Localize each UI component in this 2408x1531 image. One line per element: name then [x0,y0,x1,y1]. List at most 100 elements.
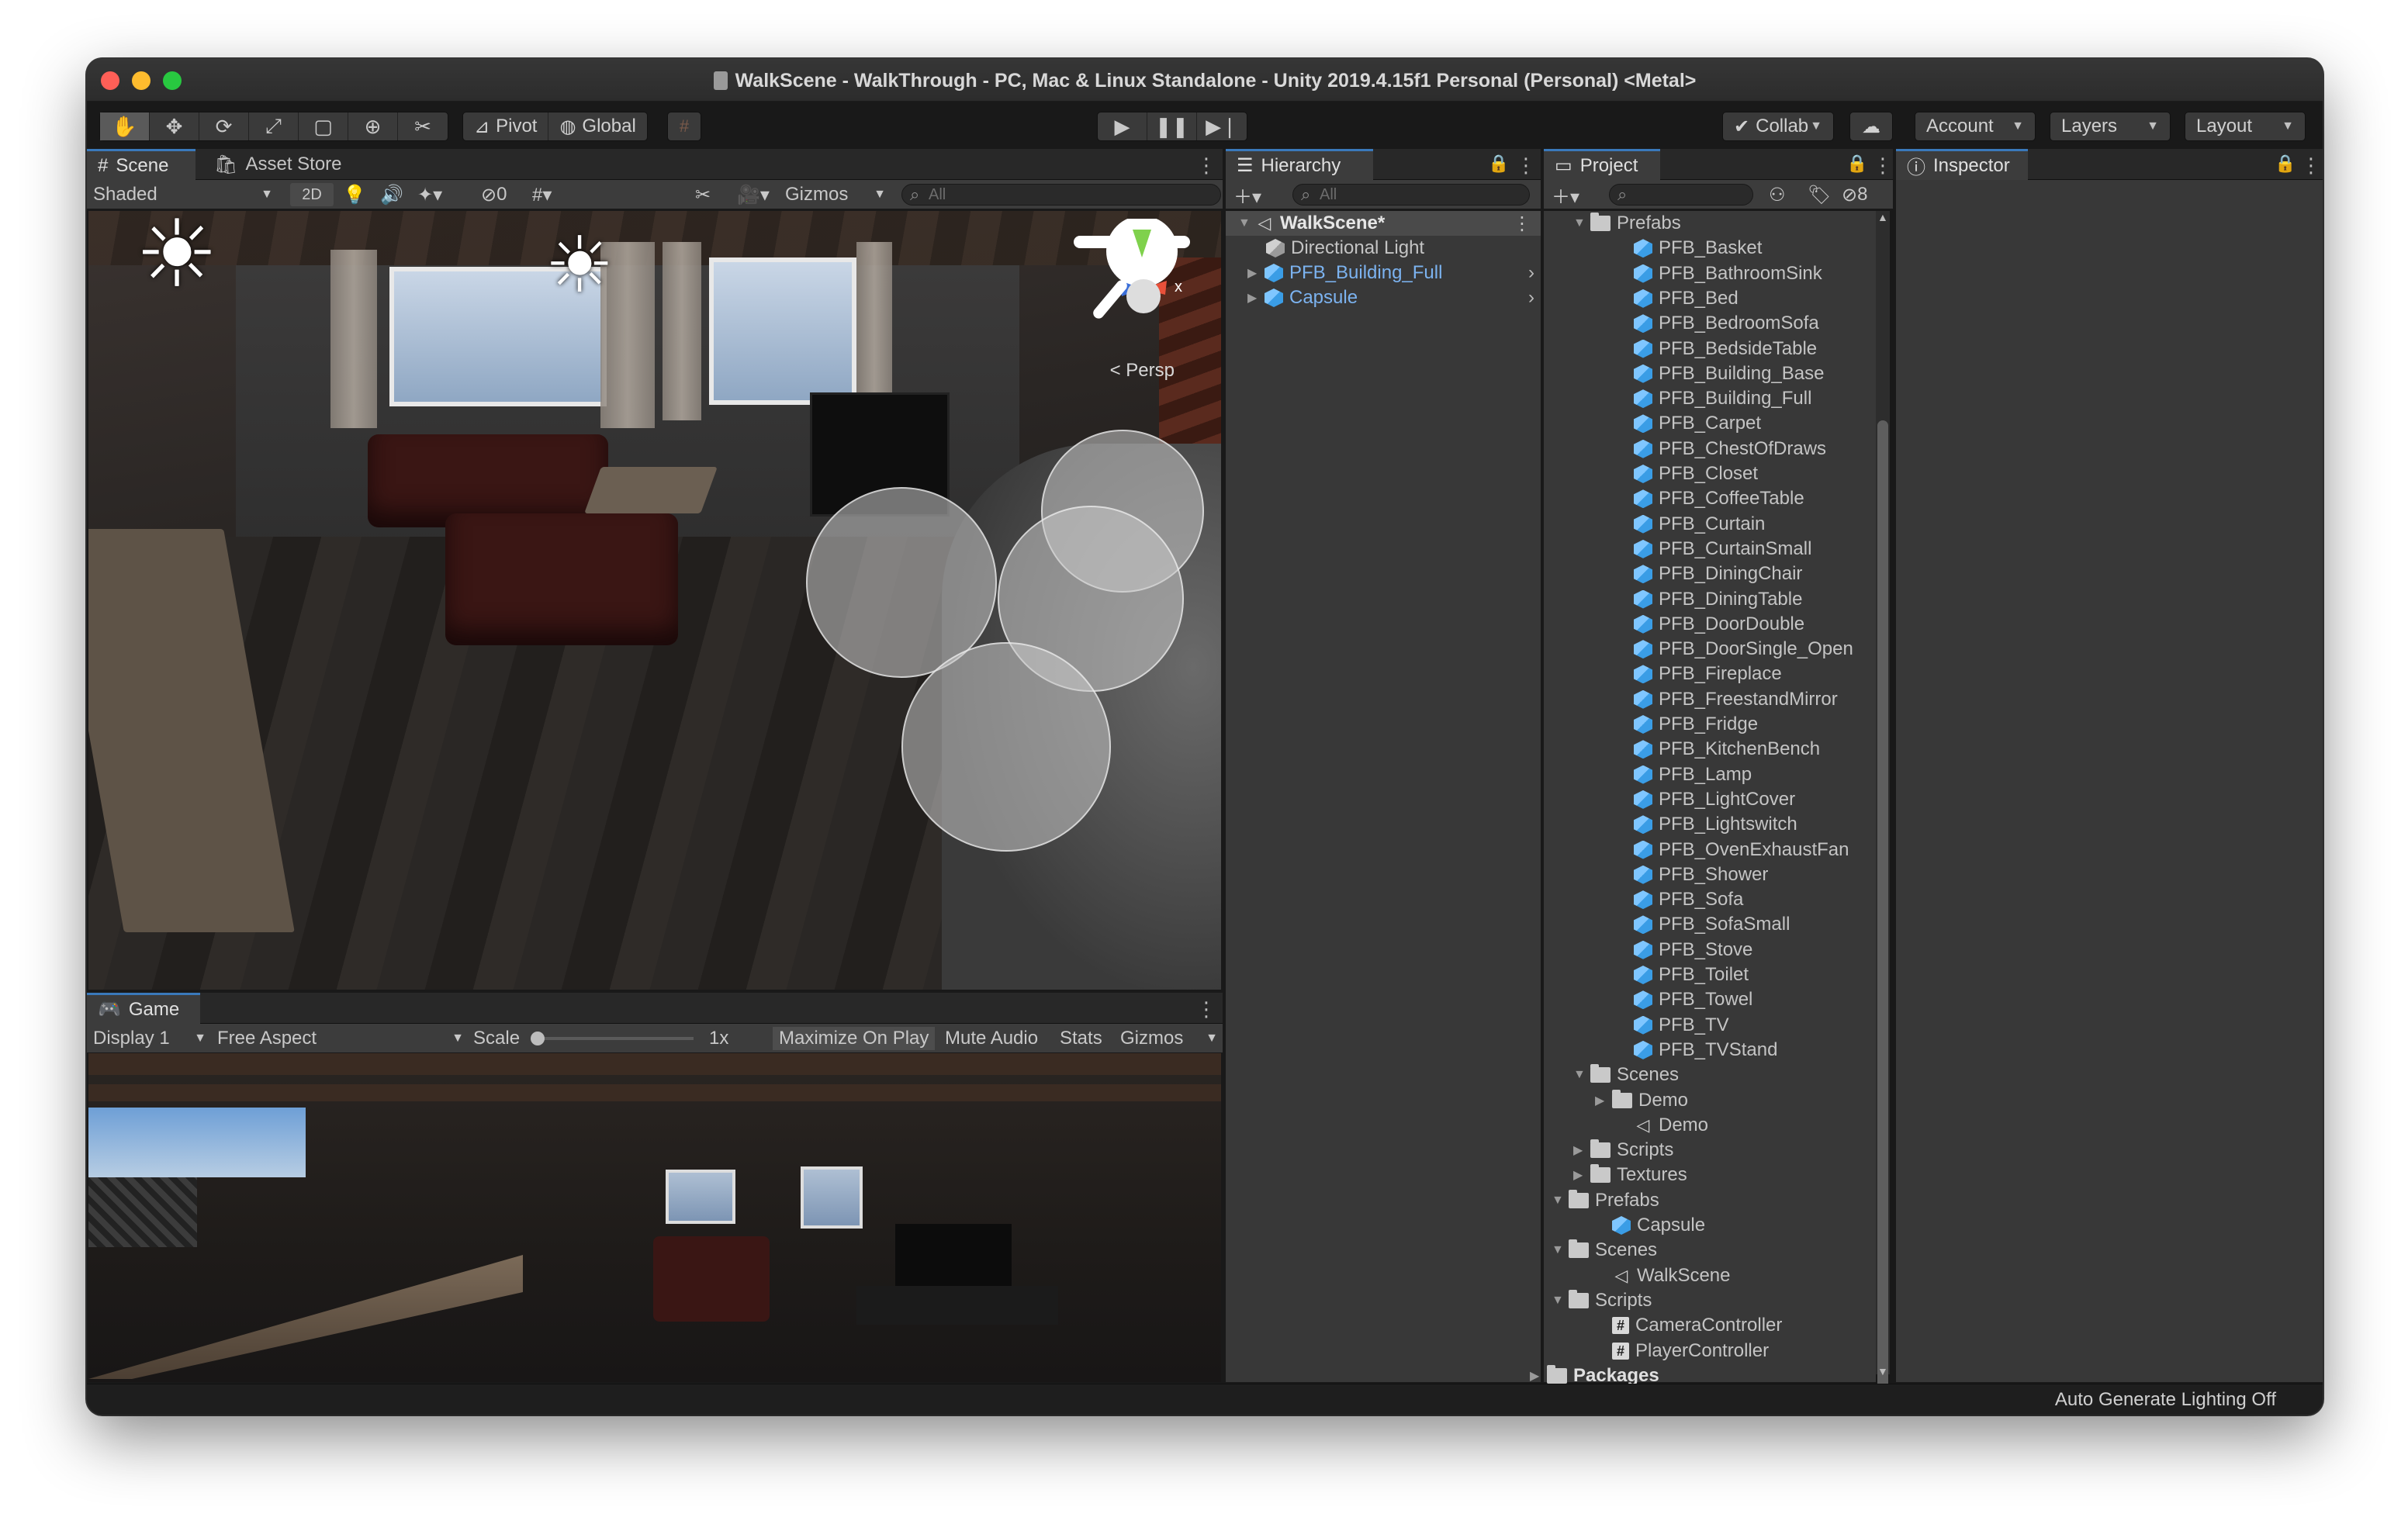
project-asset-row[interactable]: PFB_Fridge [1634,712,1758,737]
project-folder-row[interactable]: ▶ Textures [1573,1163,1687,1187]
expand-triangle-icon[interactable]: ▶ [1573,1142,1590,1158]
camera-icon[interactable]: 🎥▾ [737,183,770,206]
project-folder-row[interactable]: ▼ Prefabs [1573,211,1681,236]
project-asset-row[interactable]: PFB_DiningChair [1634,562,1802,586]
hand-tool-icon[interactable]: ✋ [100,112,150,140]
mute-audio-toggle[interactable]: Mute Audio [945,1027,1038,1050]
expand-triangle-icon[interactable]: ▶ [1247,290,1265,306]
project-asset-row[interactable]: PFB_BathroomSink [1634,261,1822,286]
project-asset-row[interactable]: PFB_ChestOfDraws [1634,437,1826,461]
project-folder-row[interactable]: ▶ Scripts [1573,1138,1673,1163]
project-add-button[interactable]: ＋▾ [1552,183,1579,208]
maximize-on-play-toggle[interactable]: Maximize On Play [773,1027,936,1050]
project-asset-row[interactable]: PFB_Sofa [1634,887,1743,912]
scene-gizmos-dropdown[interactable]: Gizmos ▼ [785,183,886,206]
expand-triangle-icon[interactable]: ▼ [1238,216,1255,230]
transform-tool-icon[interactable]: ⊕ [348,112,398,140]
project-folder-row[interactable]: ▼ Scenes [1552,1238,1657,1263]
project-asset-row[interactable]: PFB_KitchenBench [1634,737,1820,762]
chevron-right-icon[interactable]: › [1528,287,1534,309]
scene-menu-icon[interactable]: ⋮ [1513,213,1531,235]
expand-triangle-icon[interactable]: ▶ [1573,1167,1590,1183]
project-asset-row[interactable]: PFB_Basket [1634,236,1762,261]
project-asset-row[interactable]: ◁ Demo [1634,1113,1709,1138]
pause-icon[interactable]: ❚❚ [1147,112,1197,140]
project-asset-row[interactable]: PFB_CurtainSmall [1634,537,1811,562]
tab-scene[interactable]: # Scene [87,149,195,180]
scroll-down-icon[interactable]: ▼ [1877,1365,1888,1377]
hierarchy-search-input[interactable]: All [1292,184,1530,206]
scene-viewport[interactable]: ☀ ☀ x < Persp [88,211,1221,990]
cloud-button[interactable]: ☁ [1849,112,1893,141]
grid-toggle-icon[interactable]: #▾ [532,183,552,206]
tools-icon[interactable]: ✂ [695,183,711,206]
collapse-triangle-icon[interactable]: ▼ [1552,1194,1569,1208]
tab-inspector[interactable]: ⓘ Inspector [1896,149,2028,180]
search-by-label-icon[interactable]: 🏷 [1808,183,1831,206]
collapse-triangle-icon[interactable]: ▼ [1573,216,1590,230]
project-scrollbar[interactable]: ▲ ▼ [1876,211,1890,1413]
project-asset-row[interactable]: PFB_Building_Base [1634,361,1824,386]
project-asset-row[interactable]: PFB_TV [1634,1013,1729,1038]
project-asset-row[interactable]: PFB_Curtain [1634,512,1765,537]
pivot-toggle[interactable]: ⊿ Pivot [463,112,549,140]
project-asset-row[interactable]: PFB_DoorDouble [1634,612,1804,637]
project-asset-row[interactable]: PFB_Building_Full [1634,386,1811,411]
project-asset-row[interactable]: PFB_Shower [1634,862,1768,887]
step-icon[interactable]: ▶❘ [1197,112,1247,140]
project-scroll-thumb[interactable] [1877,420,1888,1413]
project-asset-row[interactable]: # CameraController [1612,1313,1782,1338]
hierarchy-menu-icon[interactable]: ⋮ [1516,154,1536,178]
project-asset-row[interactable]: PFB_DoorSingle_Open [1634,637,1853,662]
tab-project[interactable]: ▭ Project [1544,149,1660,180]
project-asset-row[interactable]: PFB_CoffeeTable [1634,486,1804,511]
shading-mode-dropdown[interactable]: Shaded ▼ [93,183,273,206]
collab-dropdown[interactable]: ✔ Collab ▼ [1722,112,1834,141]
project-asset-row[interactable]: PFB_Bed [1634,286,1739,311]
scene-menu-icon[interactable]: ⋮ [1196,154,1216,178]
hidden-objects-toggle[interactable]: ⊘ 0 [481,183,507,206]
project-asset-row[interactable]: PFB_OvenExhaustFan [1634,838,1849,862]
rect-tool-icon[interactable]: ▢ [299,112,348,140]
project-asset-row[interactable]: PFB_Lamp [1634,762,1752,787]
grid-snap-icon[interactable]: # [668,112,701,140]
project-asset-row[interactable]: # PlayerController [1612,1339,1769,1363]
play-icon[interactable]: ▶ [1098,112,1147,140]
expand-triangle-icon[interactable]: ▶ [1530,1368,1547,1384]
directional-light-gizmo-icon[interactable]: ☀ [135,211,219,301]
hierarchy-item[interactable]: Directional Light [1266,236,1424,261]
global-toggle[interactable]: ◍ Global [548,112,646,140]
lock-icon[interactable]: 🔒 [1488,154,1509,174]
collapse-triangle-icon[interactable]: ▼ [1573,1068,1590,1082]
project-asset-row[interactable]: PFB_Toilet [1634,962,1749,987]
layout-dropdown[interactable]: Layout ▼ [2185,112,2306,141]
tab-hierarchy[interactable]: ☰ Hierarchy [1226,149,1373,180]
chevron-right-icon[interactable]: › [1528,262,1534,284]
collapse-triangle-icon[interactable]: ▼ [1552,1243,1569,1257]
scale-slider-thumb[interactable] [531,1032,545,1045]
inspector-menu-icon[interactable]: ⋮ [2301,154,2321,178]
project-asset-row[interactable]: PFB_Carpet [1634,411,1761,436]
scroll-up-icon[interactable]: ▲ [1877,211,1888,223]
aspect-dropdown[interactable]: Free Aspect ▼ [217,1027,464,1050]
expand-triangle-icon[interactable]: ▶ [1595,1093,1612,1108]
hierarchy-item[interactable]: ▶ PFB_Building_Full › [1247,261,1541,285]
grid-snap-button[interactable]: # [667,112,701,141]
project-asset-row[interactable]: Capsule [1612,1213,1705,1238]
hierarchy-scene-row[interactable]: ▼ ◁ WalkScene* ⋮ [1226,211,1541,236]
rotate-tool-icon[interactable]: ⟳ [199,112,249,140]
lock-icon[interactable]: 🔒 [2275,154,2296,174]
tab-asset-store[interactable]: 🛍 Asset Store [203,149,353,180]
project-asset-row[interactable]: PFB_Lightswitch [1634,812,1797,837]
project-asset-row[interactable]: PFB_Towel [1634,987,1752,1012]
light-gizmo-icon[interactable]: ☀ [545,226,614,304]
audio-toggle-icon[interactable]: 🔊 [380,183,403,206]
scale-slider[interactable] [531,1027,701,1050]
project-asset-row[interactable]: PFB_Closet [1634,461,1758,486]
layers-dropdown[interactable]: Layers ▼ [2050,112,2171,141]
lock-icon[interactable]: 🔒 [1846,154,1867,174]
custom-tool-icon[interactable]: ✂ [398,112,448,140]
scale-tool-icon[interactable]: ⤢ [249,112,299,140]
move-tool-icon[interactable]: ✥ [150,112,199,140]
project-asset-row[interactable]: PFB_LightCover [1634,787,1795,812]
